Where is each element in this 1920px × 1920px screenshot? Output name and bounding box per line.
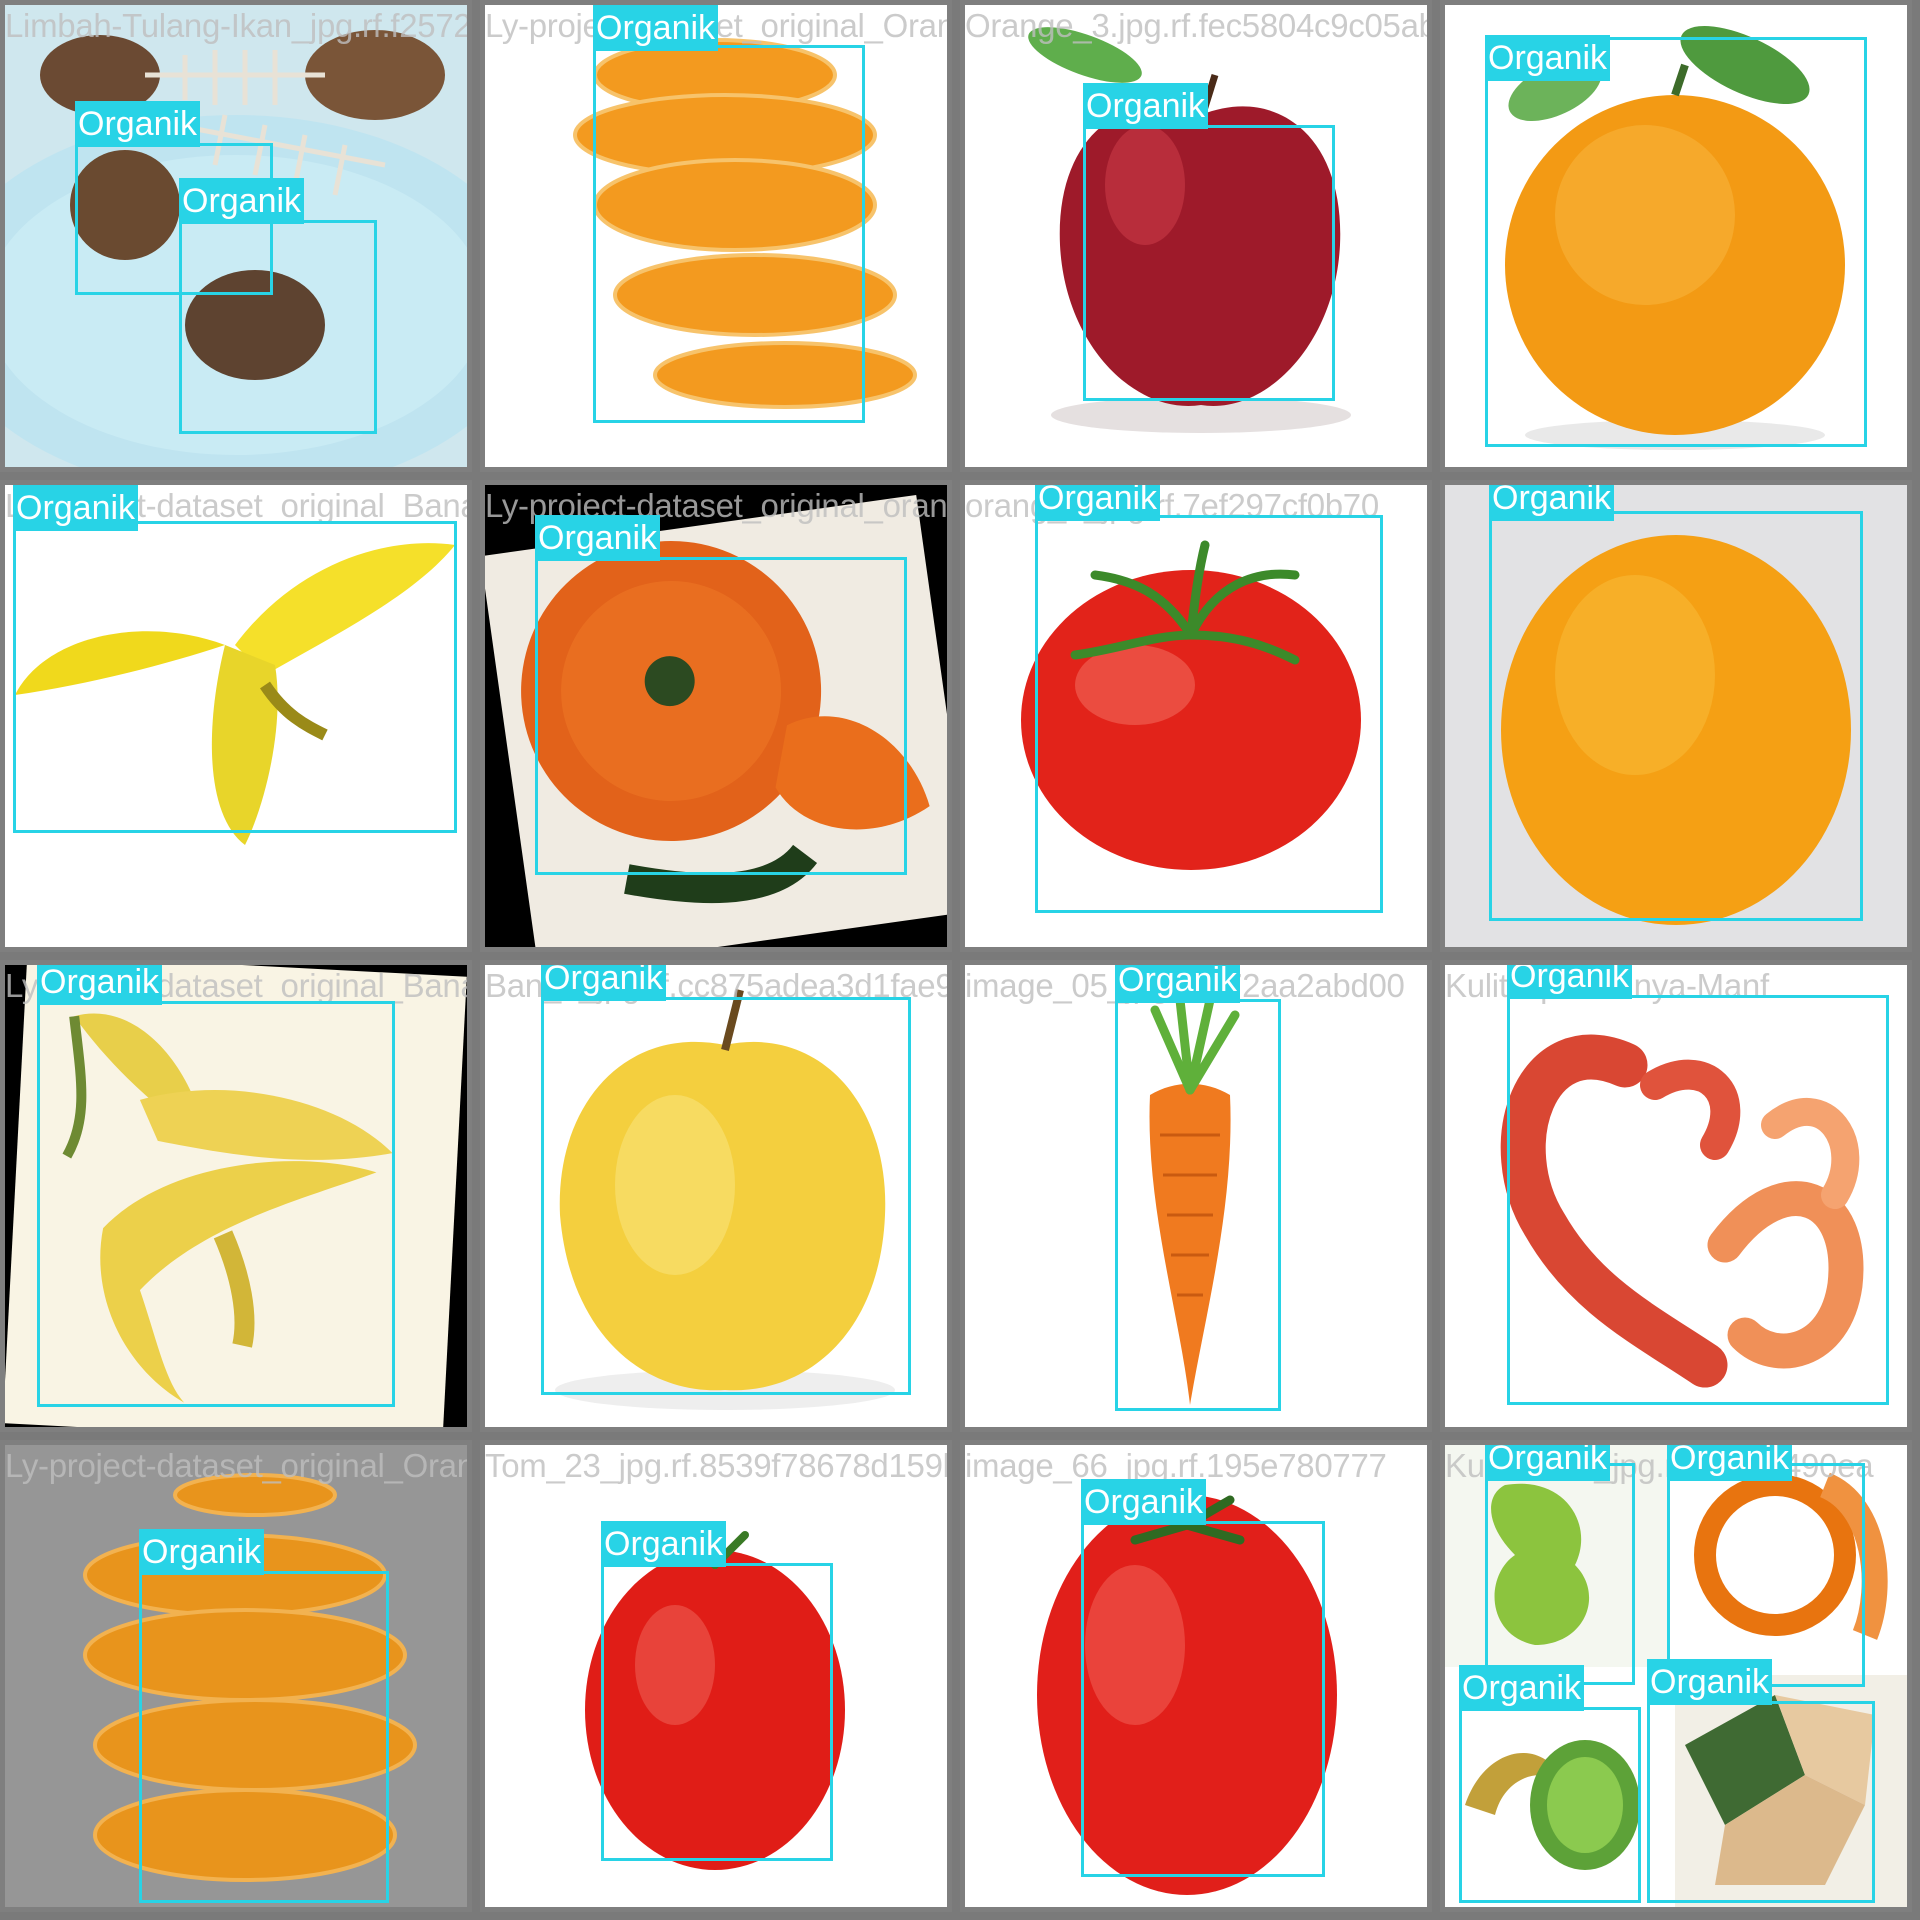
detection-label: Organik [139, 1529, 265, 1575]
mosaic-tile-8: Organik [1440, 480, 1912, 952]
detection-box [593, 45, 865, 423]
detection-box [1459, 1707, 1641, 1903]
detection-box [13, 521, 457, 833]
detection-label: Organik [1083, 83, 1209, 129]
detection-label: Organik [1081, 1479, 1207, 1525]
detection-box [1035, 515, 1383, 913]
mosaic-tile-13: Ly-project-dataset_original_Orange-peel … [0, 1440, 472, 1912]
mosaic-tile-3: Orange_3.jpg.rf.fec5804c9c05ab956a1cafff… [960, 0, 1432, 472]
detection-box [1485, 37, 1867, 447]
mosaic-tile-11: image_05_jpg.rf.a72aa2abd00 Organik [960, 960, 1432, 1432]
image-filename: Limbah-Tulang-Ikan_jpg.rf.f25724de [5, 7, 467, 44]
detection-label: Organik [1647, 1659, 1773, 1705]
detection-label: Organik [37, 965, 163, 1005]
detection-label: Organik [1115, 965, 1241, 1003]
detection-label: Organik [1667, 1445, 1793, 1481]
detection-label: Organik [541, 965, 667, 1001]
detection-box [139, 1571, 389, 1903]
mosaic-tile-16: Kulit-Buah_jpg.rf.a8565490ea Organik Org… [1440, 1440, 1912, 1912]
mosaic-tile-12: Kulit-Apel-Punya-Manf Organik [1440, 960, 1912, 1432]
detection-box [1083, 125, 1335, 401]
detection-label: Organik [1459, 1665, 1585, 1711]
mosaic-tile-4: Organik [1440, 0, 1912, 472]
detection-label: Organik [593, 5, 719, 51]
mosaic-tile-10: Ban_1_jpg.rf.cc875adea3d1fae92d05 Organi… [480, 960, 952, 1432]
detection-box [1485, 1463, 1635, 1685]
detection-box [179, 220, 377, 434]
detection-label: Organik [1489, 485, 1615, 521]
detection-box [535, 557, 907, 875]
detection-label: Organik [179, 178, 305, 224]
detection-label: Organik [1035, 485, 1161, 521]
mosaic-tile-2: Ly-project-dataset_original_Orange-peel_… [480, 0, 952, 472]
detection-box [1647, 1701, 1875, 1903]
detection-label: Organik [1485, 1445, 1611, 1481]
detection-box [601, 1563, 833, 1861]
image-filename: Ly-project-dataset_original_Orange-peel [5, 1447, 467, 1484]
detection-box [1081, 1521, 1325, 1877]
mosaic-tile-15: image_66_jpg.rf.195e780777 Organik [960, 1440, 1432, 1912]
detection-box [1489, 511, 1863, 921]
detection-label: Organik [1507, 965, 1633, 999]
image-filename: Tom_23_jpg.rf.8539f78678d159be0a7e6483b4 [485, 1447, 947, 1484]
mosaic-tile-1: Limbah-Tulang-Ikan_jpg.rf.f25724de Organ… [0, 0, 472, 472]
mosaic-tile-14: Tom_23_jpg.rf.8539f78678d159be0a7e6483b4… [480, 1440, 952, 1912]
detection-box [1507, 995, 1889, 1405]
detection-label: Organik [601, 1521, 727, 1567]
mosaic-tile-5: Ly-project-dataset_original_Banana-peel … [0, 480, 472, 952]
detection-box [1667, 1463, 1865, 1687]
mosaic-tile-9: Ly-project-dataset_original_Banana_ Orga… [0, 960, 472, 1432]
detection-box [37, 1001, 395, 1407]
detection-label: Organik [13, 485, 139, 531]
image-filename: Orange_3.jpg.rf.fec5804c9c05ab956a1cafff… [965, 7, 1427, 44]
mosaic-tile-6: Ly-project-dataset_original_orange_ Orga… [480, 480, 952, 952]
detection-label: Organik [75, 101, 201, 147]
detection-label: Organik [535, 515, 661, 561]
detection-label: Organik [1485, 35, 1611, 81]
mosaic-tile-7: orang_1_jpg.rf.7ef297cf0b70 Organik [960, 480, 1432, 952]
detection-box [541, 997, 911, 1395]
detection-box [1115, 999, 1281, 1411]
